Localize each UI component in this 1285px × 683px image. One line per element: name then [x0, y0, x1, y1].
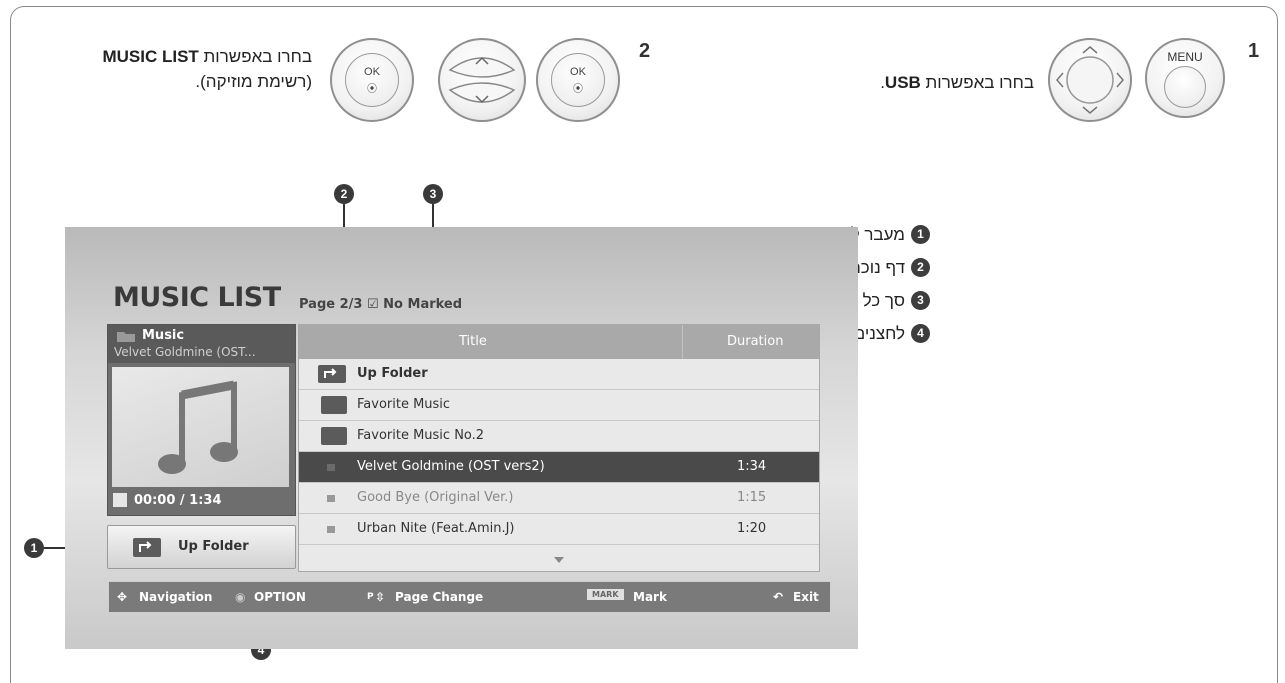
ok-dot-icon: ⦿	[573, 84, 583, 95]
col-title: Title	[459, 334, 487, 349]
row-title: Good Bye (Original Ver.)	[357, 490, 514, 505]
row-title: Favorite Music	[357, 397, 451, 412]
file-table: Title Duration Up Folder Favorite Music …	[298, 324, 820, 572]
menu-button-label: MENU	[1167, 50, 1203, 64]
exit-label: Exit	[793, 590, 819, 604]
legend-bullet: 1	[911, 225, 930, 244]
playback-time: 00:00 / 1:34	[134, 493, 222, 508]
page-updown-icon: ⇳	[375, 590, 386, 604]
legend-bullet: 4	[911, 324, 930, 343]
album-art	[112, 367, 289, 487]
table-row-selected[interactable]: Velvet Goldmine (OST vers2) 1:34	[299, 452, 819, 483]
file-icon	[327, 495, 335, 502]
callout-2: 2	[334, 184, 354, 204]
navigation-label: Navigation	[139, 590, 213, 604]
menu-button-face	[1164, 66, 1206, 108]
dpad-button[interactable]	[1048, 38, 1132, 122]
table-row[interactable]: Urban Nite (Feat.Amin.J) 1:20	[299, 514, 819, 545]
step-2-number: 2	[639, 40, 651, 62]
up-folder-label: Up Folder	[178, 539, 249, 554]
preview-track: Velvet Goldmine (OST...	[114, 345, 256, 359]
folder-icon	[321, 427, 347, 445]
table-row[interactable]: Favorite Music No.2	[299, 421, 819, 452]
step-2-instruction: בחרו באפשרות MUSIC LIST (רשימת מוזיקה).	[30, 44, 312, 94]
up-folder-icon	[133, 538, 161, 557]
ok-button-left[interactable]: OK ⦿	[330, 38, 414, 122]
status-bar: ✥ Navigation ◉ OPTION P ⇳ Page Change MA…	[108, 581, 831, 613]
folder-icon	[321, 396, 347, 414]
checkbox-icon: ☑	[366, 297, 379, 312]
callout-3: 3	[423, 184, 443, 204]
row-title: Up Folder	[357, 366, 428, 381]
legend-bullet: 3	[911, 291, 930, 310]
legend-bullet: 2	[911, 258, 930, 277]
step-1-text: בחרו באפשרות	[920, 73, 1034, 92]
step-2-bold: MUSIC LIST	[102, 47, 199, 66]
row-title: Favorite Music No.2	[357, 428, 485, 443]
step-1-instruction: בחרו באפשרות USB.	[812, 70, 1034, 95]
navigation-icon: ✥	[117, 590, 128, 604]
option-label: OPTION	[254, 590, 306, 604]
step-2-line2: (רשימת מוזיקה).	[195, 72, 312, 91]
preview-header: Music Velvet Goldmine (OST...	[108, 325, 295, 363]
table-row[interactable]: Up Folder	[299, 359, 819, 390]
callout-1: 1	[24, 538, 44, 558]
up-down-button[interactable]	[438, 38, 526, 122]
ok-button-right[interactable]: OK ⦿	[536, 38, 620, 122]
ok-label: OK	[364, 66, 380, 78]
up-folder-button[interactable]: Up Folder	[107, 525, 296, 569]
tv-screen: MUSIC LIST Page 2/3 ☑ No Marked Music Ve…	[65, 227, 858, 649]
page-counter: Page 2/3	[299, 297, 363, 312]
mark-label: Mark	[633, 590, 667, 604]
ok-dot-icon: ⦿	[367, 84, 377, 95]
file-icon	[327, 526, 335, 533]
table-row[interactable]: Favorite Music	[299, 390, 819, 421]
page-info: Page 2/3 ☑ No Marked	[299, 297, 462, 312]
option-icon: ◉	[235, 590, 246, 604]
music-note-icon	[158, 380, 238, 474]
music-list-title: MUSIC LIST	[113, 282, 281, 313]
dpad-arrows-icon	[1056, 46, 1124, 114]
header-divider	[682, 325, 683, 359]
preview-label: Music	[142, 328, 185, 343]
row-duration: 1:34	[737, 459, 767, 474]
exit-icon: ↶	[773, 590, 784, 604]
marked-count: No Marked	[383, 297, 463, 312]
row-duration: 1:15	[737, 490, 767, 505]
up-folder-icon	[318, 365, 346, 383]
music-folder-icon	[117, 332, 135, 342]
mark-key-icon: MARK	[587, 589, 624, 600]
step-1-bold: USB	[884, 73, 921, 92]
row-title: Urban Nite (Feat.Amin.J)	[357, 521, 515, 536]
table-row[interactable]: Good Bye (Original Ver.) 1:15	[299, 483, 819, 514]
ok-label: OK	[570, 66, 586, 78]
file-icon	[327, 464, 335, 471]
col-duration: Duration	[727, 334, 784, 349]
page-key-icon: P	[367, 592, 374, 602]
page-change-label: Page Change	[395, 590, 484, 604]
table-header: Title Duration	[299, 325, 819, 359]
up-down-arrows-icon	[448, 56, 516, 104]
menu-button[interactable]: MENU	[1145, 38, 1225, 118]
step-2-text: בחרו באפשרות	[198, 47, 312, 66]
step-1-number: 1	[1248, 40, 1260, 62]
row-duration: 1:20	[737, 521, 767, 536]
row-title: Velvet Goldmine (OST vers2)	[357, 459, 545, 474]
preview-panel: Music Velvet Goldmine (OST... 00:00 / 1:…	[107, 324, 296, 516]
scroll-down-icon[interactable]	[554, 557, 564, 563]
stop-icon	[113, 493, 127, 507]
